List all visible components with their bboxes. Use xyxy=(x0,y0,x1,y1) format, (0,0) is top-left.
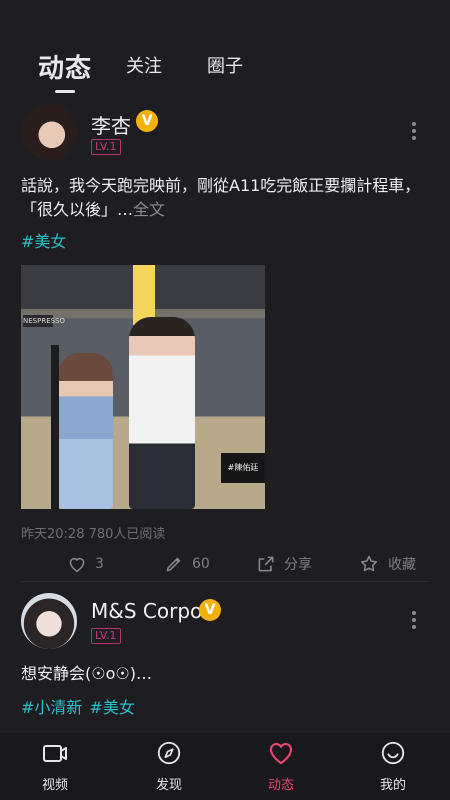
photo-store-sign: NESPRESSO xyxy=(23,315,66,327)
nav-label: 动态 xyxy=(267,778,294,793)
video-icon xyxy=(43,745,67,762)
photo-name-box: #陳佑廷 xyxy=(221,453,265,483)
active-tab-indicator xyxy=(55,90,75,93)
post-username[interactable]: M&S Corpor xyxy=(91,599,210,623)
verified-badge-icon: V xyxy=(136,110,158,132)
level-badge: LV.1 xyxy=(91,628,121,644)
favorite-button[interactable]: 收藏 xyxy=(358,550,416,578)
avatar[interactable] xyxy=(21,593,77,649)
read-more-link[interactable]: 全文 xyxy=(133,200,165,219)
nav-label: 视频 xyxy=(41,778,68,793)
nav-item-video[interactable]: 视频 xyxy=(25,740,85,793)
tag-link[interactable]: #美女 xyxy=(89,698,134,717)
post-photo[interactable]: NESPRESSO #陳佑廷 xyxy=(21,265,265,509)
tag-link[interactable]: #美女 xyxy=(21,232,66,251)
share-button[interactable]: 分享 xyxy=(256,550,312,578)
favorite-label: 收藏 xyxy=(388,557,416,573)
tab-follow[interactable]: 关注 xyxy=(126,52,162,78)
post-tags: #小清新 #美女 xyxy=(21,694,142,718)
like-count: 3 xyxy=(95,556,104,572)
top-tabs: 动态 关注 圈子 xyxy=(0,38,450,98)
post-divider xyxy=(21,581,430,582)
photo-light-column xyxy=(133,265,155,325)
smiley-icon xyxy=(381,741,405,765)
tab-dynamic[interactable]: 动态 xyxy=(38,48,92,85)
post-actions: 3 60 分享 收藏 xyxy=(0,550,450,578)
nav-label: 发现 xyxy=(155,778,182,793)
nav-item-discover[interactable]: 发现 xyxy=(139,740,199,793)
pencil-icon xyxy=(166,557,181,572)
nav-item-dynamic[interactable]: 动态 xyxy=(251,740,311,793)
comment-button[interactable]: 60 xyxy=(164,550,210,578)
bottom-nav: 视频 发现 动态 我的 xyxy=(0,731,450,800)
post-text[interactable]: 話說，我今天跑完映前，剛從A11吃完飯正要攔計程車，「很久以後」…全文 xyxy=(21,174,431,222)
star-icon xyxy=(360,555,378,572)
verified-badge-icon: V xyxy=(199,599,221,621)
heart-outline-icon xyxy=(69,557,85,573)
post-tags: #美女 xyxy=(21,228,73,252)
share-label: 分享 xyxy=(284,557,312,573)
avatar[interactable] xyxy=(21,104,77,160)
post-meta: 昨天20:28 780人已阅读 xyxy=(21,527,166,542)
post-text[interactable]: 想安静会(☉o☉)… xyxy=(21,662,431,686)
post-body-text: 話說，我今天跑完映前，剛從A11吃完飯正要攔計程車，「很久以後」… xyxy=(21,176,421,219)
comment-count: 60 xyxy=(192,556,210,572)
more-options-icon[interactable] xyxy=(411,122,417,143)
more-options-icon[interactable] xyxy=(411,611,417,632)
tag-link[interactable]: #小清新 xyxy=(21,698,82,717)
tab-circle[interactable]: 圈子 xyxy=(207,52,243,78)
photo-person-left xyxy=(59,353,113,509)
nav-label: 我的 xyxy=(379,778,406,793)
nav-item-me[interactable]: 我的 xyxy=(363,740,423,793)
heart-icon xyxy=(269,742,293,765)
like-button[interactable]: 3 xyxy=(67,550,104,578)
photo-tripod xyxy=(51,345,59,509)
photo-person-right xyxy=(129,317,195,509)
post-username[interactable]: 李杏 xyxy=(91,110,131,139)
compass-icon xyxy=(157,741,181,765)
level-badge: LV.1 xyxy=(91,139,121,155)
share-icon xyxy=(258,556,274,572)
